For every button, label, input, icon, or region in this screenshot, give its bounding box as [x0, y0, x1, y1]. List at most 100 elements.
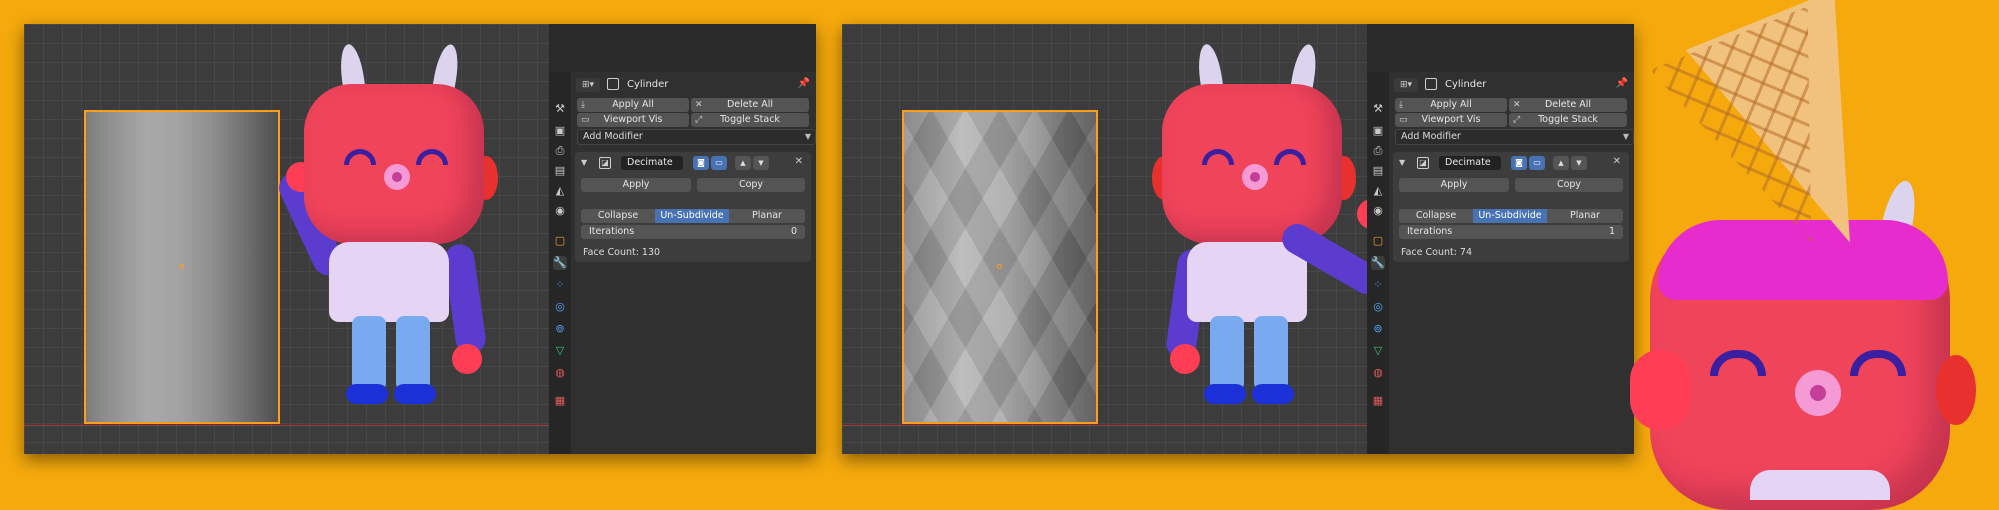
move-down-icon[interactable]: ▼: [1571, 156, 1587, 170]
copy-button[interactable]: Copy: [697, 178, 805, 192]
properties-header: ⊞▾ Cylinder 📌: [573, 76, 816, 94]
copy-button[interactable]: Copy: [1515, 178, 1623, 192]
leg: [1254, 316, 1288, 391]
shirt: [329, 242, 449, 322]
planar-mode-button[interactable]: Planar: [729, 209, 805, 223]
collapse-arrow-icon[interactable]: ▼: [581, 158, 587, 167]
mesh-data-icon[interactable]: ▽: [1371, 344, 1385, 358]
3d-viewport[interactable]: [24, 24, 549, 454]
monitor-icon[interactable]: ▭: [1529, 156, 1545, 170]
shoe: [394, 384, 436, 404]
panel-top-area: [549, 24, 816, 72]
arm: [442, 242, 488, 356]
nose: [384, 164, 410, 190]
constraints-icon[interactable]: ⊚: [1371, 322, 1385, 336]
object-icon[interactable]: ▢: [553, 234, 567, 248]
iterations-value: 0: [790, 226, 797, 237]
object-data-icon: [1425, 78, 1437, 90]
delete-all-button[interactable]: ✕ Delete All: [691, 98, 809, 112]
render-icon[interactable]: ▣: [553, 124, 567, 138]
view-layer-icon[interactable]: ▤: [553, 164, 567, 178]
viewport-vis-button[interactable]: ▭ Viewport Vis: [577, 113, 689, 127]
constraints-icon[interactable]: ⊚: [553, 322, 567, 336]
toggle-stack-button[interactable]: ⤢ Toggle Stack: [1509, 113, 1627, 127]
shirt: [1750, 470, 1890, 500]
delete-all-button[interactable]: ✕ Delete All: [1509, 98, 1627, 112]
world-icon[interactable]: ◉: [553, 204, 567, 218]
modifier-name-field[interactable]: Decimate: [1439, 156, 1501, 170]
collapse-mode-button[interactable]: Collapse: [581, 209, 655, 223]
camera-icon[interactable]: ◙: [1511, 156, 1527, 170]
iterations-value: 1: [1608, 226, 1615, 237]
3d-viewport[interactable]: [842, 24, 1388, 454]
apply-button[interactable]: Apply: [1399, 178, 1509, 192]
toggle-stack-button[interactable]: ⤢ Toggle Stack: [691, 113, 809, 127]
collapse-arrow-icon[interactable]: ▼: [1399, 158, 1405, 167]
move-down-icon[interactable]: ▼: [753, 156, 769, 170]
texture-icon[interactable]: ▦: [553, 394, 567, 408]
object-name: Cylinder: [627, 79, 669, 90]
wrench-icon[interactable]: 🔧: [1371, 256, 1385, 270]
editor-type-icon[interactable]: ⊞▾: [1394, 78, 1418, 92]
physics-icon[interactable]: ◎: [1371, 300, 1385, 314]
add-modifier-dropdown[interactable]: Add Modifier ▼: [1395, 129, 1634, 145]
monitor-icon[interactable]: ▭: [711, 156, 727, 170]
view-layer-icon[interactable]: ▤: [1371, 164, 1385, 178]
close-icon[interactable]: ✕: [1613, 156, 1621, 167]
decimate-modifier-panel: ▼ ◪ Decimate ◙ ▭ ▲ ▼ ✕ Apply Copy Collap…: [1393, 152, 1629, 262]
apply-all-button[interactable]: ⤓ Apply All: [1395, 98, 1507, 112]
particles-icon[interactable]: ⁘: [553, 278, 567, 292]
add-modifier-dropdown[interactable]: Add Modifier ▼: [577, 129, 816, 145]
material-icon[interactable]: ◍: [1371, 366, 1385, 380]
shoe: [1204, 384, 1246, 404]
move-up-icon[interactable]: ▲: [735, 156, 751, 170]
physics-icon[interactable]: ◎: [553, 300, 567, 314]
decimate-icon: ◪: [599, 157, 611, 169]
scene-icon[interactable]: ◭: [553, 184, 567, 198]
tool-icon[interactable]: ⚒: [553, 102, 567, 116]
modifier-properties: ⊞▾ Cylinder 📌 ⤓ Apply All ✕ Delete All ▭ Vi…: [573, 72, 816, 454]
unsubdivide-mode-button[interactable]: Un-Subdivide: [1473, 209, 1547, 223]
tool-icon[interactable]: ⚒: [1371, 102, 1385, 116]
shirt: [1187, 242, 1307, 322]
pin-icon[interactable]: 📌: [798, 78, 810, 89]
iterations-field[interactable]: Iterations 1: [1399, 225, 1623, 239]
unsubdivide-mode-button[interactable]: Un-Subdivide: [655, 209, 729, 223]
monitor-icon: ▭: [1399, 115, 1408, 125]
iterations-field[interactable]: Iterations 0: [581, 225, 805, 239]
editor-type-icon[interactable]: ⊞▾: [576, 78, 600, 92]
world-icon[interactable]: ◉: [1371, 204, 1385, 218]
viewport-vis-button[interactable]: ▭ Viewport Vis: [1395, 113, 1507, 127]
planar-mode-button[interactable]: Planar: [1547, 209, 1623, 223]
expand-icon: ⤢: [695, 115, 703, 125]
cylinder-object[interactable]: [902, 110, 1098, 424]
scene-icon[interactable]: ◭: [1371, 184, 1385, 198]
object-data-icon: [607, 78, 619, 90]
wrench-icon[interactable]: 🔧: [553, 256, 567, 270]
camera-icon[interactable]: ◙: [693, 156, 709, 170]
output-icon[interactable]: ⎙: [1371, 144, 1385, 158]
modifier-name-field[interactable]: Decimate: [621, 156, 683, 170]
material-icon[interactable]: ◍: [553, 366, 567, 380]
properties-header: ⊞▾ Cylinder 📌: [1391, 76, 1634, 94]
ice-cream-character-illustration: [1630, 0, 1999, 510]
particles-icon[interactable]: ⁘: [1371, 278, 1385, 292]
pin-icon[interactable]: 📌: [1616, 78, 1628, 89]
close-icon[interactable]: ✕: [795, 156, 803, 167]
object-icon[interactable]: ▢: [1371, 234, 1385, 248]
hand: [1630, 350, 1690, 430]
collapse-mode-button[interactable]: Collapse: [1399, 209, 1473, 223]
leg: [396, 316, 430, 391]
output-icon[interactable]: ⎙: [553, 144, 567, 158]
hand: [452, 344, 482, 374]
object-name: Cylinder: [1445, 79, 1487, 90]
cylinder-object[interactable]: [84, 110, 280, 424]
mesh-data-icon[interactable]: ▽: [553, 344, 567, 358]
chevron-down-icon: ▼: [804, 132, 811, 141]
render-icon[interactable]: ▣: [1371, 124, 1385, 138]
apply-button[interactable]: Apply: [581, 178, 691, 192]
apply-all-button[interactable]: ⤓ Apply All: [577, 98, 689, 112]
texture-icon[interactable]: ▦: [1371, 394, 1385, 408]
iterations-label: Iterations: [589, 226, 635, 237]
move-up-icon[interactable]: ▲: [1553, 156, 1569, 170]
